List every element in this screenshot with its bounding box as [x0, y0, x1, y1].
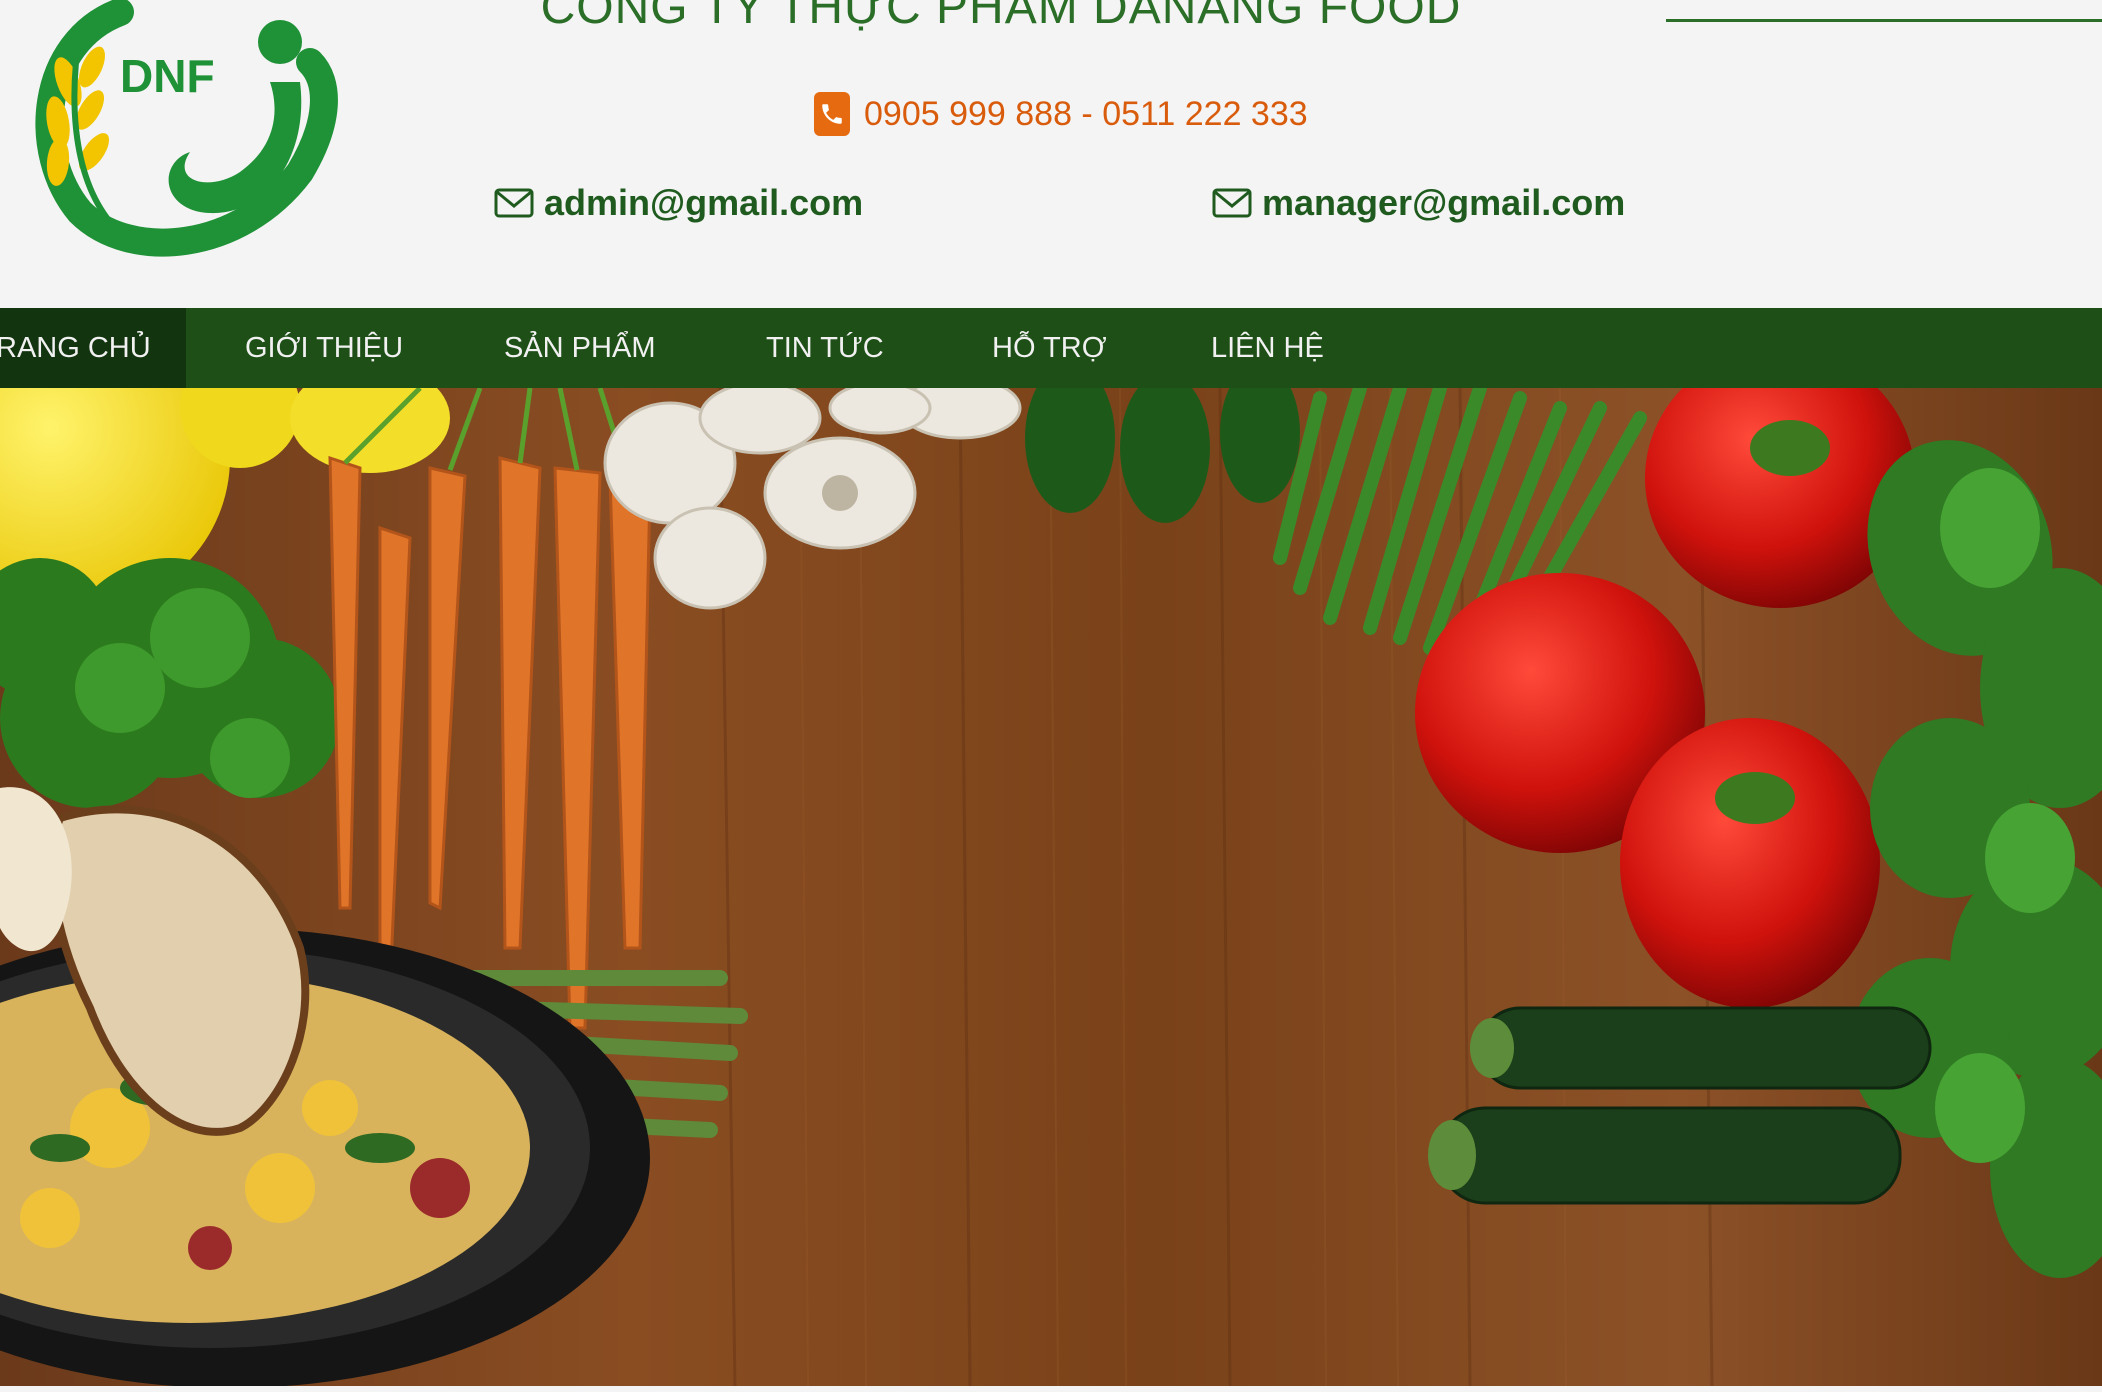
nav-item-home[interactable]: RANG CHỦ: [0, 308, 186, 388]
nav-item-contact[interactable]: LIÊN HỆ: [1211, 308, 1324, 388]
email-admin-text: admin@gmail.com: [544, 182, 864, 223]
nav-item-news[interactable]: TIN TỨC: [766, 308, 884, 388]
main-nav: RANG CHỦ GIỚI THIỆU SẢN PHẨM TIN TỨC HỖ …: [0, 308, 2102, 388]
nav-item-support[interactable]: HỖ TRỢ: [992, 308, 1107, 388]
hero-banner: [0, 388, 2102, 1386]
email-admin[interactable]: admin@gmail.com: [494, 178, 863, 228]
phone-icon: [814, 92, 850, 136]
nav-item-products[interactable]: SẢN PHẨM: [504, 308, 655, 388]
nav-item-label: HỖ TRỢ: [992, 331, 1107, 364]
nav-item-label: SẢN PHẨM: [504, 331, 656, 364]
dnf-logo[interactable]: DNF: [10, 0, 350, 272]
page-bottom-strip: [0, 1386, 2102, 1392]
email-manager-text: manager@gmail.com: [1262, 182, 1626, 223]
nav-item-label: LIÊN HỆ: [1211, 331, 1324, 364]
nav-item-label: RANG CHỦ: [0, 331, 151, 364]
phone-contact[interactable]: 0905 999 888 - 0511 222 333: [814, 92, 1308, 136]
company-title: CÔNG TY THỰC PHẨM DANANG FOOD: [0, 0, 2102, 35]
phone-numbers: 0905 999 888 - 0511 222 333: [864, 94, 1308, 133]
company-name-text: CÔNG TY THỰC PHẨM DANANG FOOD: [540, 0, 1462, 34]
nav-item-label: GIỚI THIỆU: [245, 331, 404, 364]
mail-icon: [494, 188, 534, 218]
mail-icon: [1212, 188, 1252, 218]
email-manager[interactable]: manager@gmail.com: [1212, 178, 1625, 228]
header-divider: [1666, 19, 2102, 22]
nav-item-label: TIN TỨC: [766, 331, 884, 364]
vegetables-banner-image: [0, 388, 2102, 1386]
svg-text:DNF: DNF: [120, 50, 215, 102]
site-header: DNF CÔNG TY THỰC PHẨM DANANG FOOD 0905 9…: [0, 0, 2102, 308]
nav-item-about[interactable]: GIỚI THIỆU: [245, 308, 403, 388]
